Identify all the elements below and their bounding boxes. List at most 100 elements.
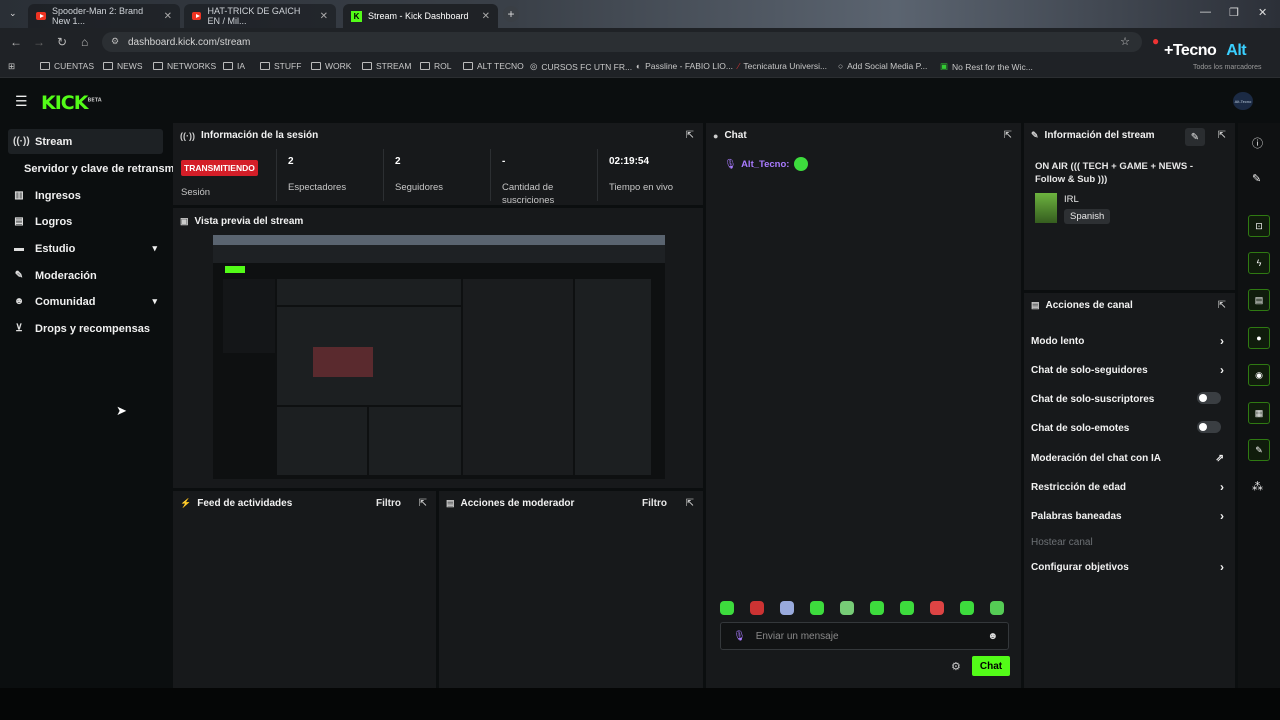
tab-search-icon[interactable]: ⌄ <box>9 8 17 19</box>
action-configure-goals[interactable]: Configurar objetivos › <box>1031 560 1224 574</box>
sidebar-item-server-key[interactable]: Servidor y clave de retransm <box>19 156 174 181</box>
bolt-icon[interactable]: ϟ <box>1248 252 1270 274</box>
back-arrow-icon[interactable]: ← <box>10 35 22 49</box>
browser-tab-1[interactable]: Spooder-Man 2: Brand New 1... ✕ <box>28 4 180 28</box>
bookmark-folder[interactable]: CUENTAS <box>40 61 94 71</box>
edit-pencil-button[interactable]: ✎ <box>1185 128 1205 146</box>
reload-icon[interactable]: ↻ <box>57 35 67 49</box>
popout-icon[interactable]: ⇱ <box>1218 130 1226 141</box>
bookmark-folder[interactable]: ROL <box>420 61 451 71</box>
browser-tab-3[interactable]: K Stream - Kick Dashboard ✕ <box>343 4 498 28</box>
chat-message-input[interactable]: 🎙 Enviar un mensaje ☻ <box>720 622 1009 650</box>
action-slow-mode[interactable]: Modo lento › <box>1031 334 1224 348</box>
browser-tab-2[interactable]: HAT-TRICK DE GAICH EN / Mil... ✕ <box>184 4 336 28</box>
home-icon[interactable]: ⌂ <box>81 35 88 49</box>
popout-icon[interactable]: ⇱ <box>419 498 427 509</box>
sidebar-item-stream[interactable]: ((·)) Stream <box>8 129 163 154</box>
edit-pencil-icon[interactable]: ✎ <box>1252 172 1261 185</box>
bookmark-folder[interactable]: STREAM <box>362 61 411 71</box>
bookmark-link[interactable]: ⁄ Tecnicatura Universi... <box>738 61 827 71</box>
wrench-icon[interactable]: ✎ <box>1248 439 1270 461</box>
emote-icon[interactable] <box>810 601 824 615</box>
connections-icon[interactable]: ⁂ <box>1252 480 1263 493</box>
popout-icon[interactable]: ⇱ <box>686 498 694 509</box>
bookmark-folder[interactable]: IA <box>223 61 245 71</box>
filter-button[interactable]: Filtro <box>376 498 401 509</box>
all-bookmarks-link[interactable]: Todos los marcadores <box>1193 64 1261 71</box>
broadcast-icon[interactable]: ◉ <box>1248 364 1270 386</box>
preview-mirror-feed <box>277 407 367 475</box>
close-icon[interactable]: ✕ <box>482 11 490 22</box>
emote-icon[interactable] <box>750 601 764 615</box>
bookmark-folder[interactable]: STUFF <box>260 61 301 71</box>
emote-icon[interactable] <box>840 601 854 615</box>
bookmark-link[interactable]: ▣ No Rest for the Wic... <box>940 61 1033 72</box>
emote-icon[interactable] <box>900 601 914 615</box>
kick-logo[interactable]: KICKBETA <box>41 92 102 114</box>
info-icon[interactable]: ⓘ <box>1252 135 1263 151</box>
stat-label: Tiempo en vivo <box>609 182 674 193</box>
list-icon[interactable]: ▤ <box>1248 289 1270 311</box>
layout-icon[interactable]: ▦ <box>1248 402 1270 424</box>
chat-bubble-icon[interactable]: ● <box>1248 327 1270 349</box>
avatar[interactable]: Alt-Tecno <box>1233 92 1253 110</box>
emote-icon[interactable] <box>780 601 794 615</box>
bookmark-label: Todos los marcadores <box>1193 64 1262 71</box>
emote-icon[interactable] <box>960 601 974 615</box>
popout-icon[interactable]: ⇱ <box>686 130 694 141</box>
stat-label: Cantidad de suscriciones <box>502 182 555 206</box>
emotes-only-toggle[interactable] <box>1197 421 1221 433</box>
shield-icon: ▤ <box>446 498 455 508</box>
action-banned-words[interactable]: Palabras baneadas › <box>1031 509 1224 523</box>
forward-arrow-icon[interactable]: → <box>33 35 45 49</box>
extension-icon[interactable]: ● <box>1152 34 1159 48</box>
filter-button[interactable]: Filtro <box>642 498 667 509</box>
bookmark-star-icon[interactable]: ☆ <box>1120 35 1130 48</box>
site-info-icon[interactable]: ⚙ <box>111 36 119 47</box>
bookmark-link[interactable]: ◎ CURSOS FC UTN FR... <box>530 61 632 72</box>
emote-icon[interactable] <box>870 601 884 615</box>
hamburger-menu-icon[interactable]: ☰ <box>15 93 28 110</box>
emote-icon[interactable] <box>720 601 734 615</box>
emote-icon[interactable] <box>990 601 1004 615</box>
close-icon[interactable]: ✕ <box>164 11 172 22</box>
minimize-button[interactable]: — <box>1200 6 1211 18</box>
panel-title: Acciones de canal <box>1045 300 1133 311</box>
action-ai-moderation[interactable]: Moderación del chat con IA ⇗ <box>1031 453 1224 464</box>
popout-icon[interactable]: ⇱ <box>1218 300 1226 311</box>
sidebar-item-moderacion[interactable]: ✎ Moderación <box>8 263 163 288</box>
sidebar-item-label: Servidor y clave de retransm <box>24 162 174 175</box>
chat-settings-gear-icon[interactable]: ⚙ <box>951 660 961 673</box>
bookmark-link[interactable]: ○ Add Social Media P... <box>838 61 927 71</box>
sidebar-item-comunidad[interactable]: ☻ Comunidad ▾ <box>8 289 163 314</box>
chat-send-button[interactable]: Chat <box>972 656 1010 676</box>
bookmark-folder[interactable]: WORK <box>311 61 351 71</box>
new-tab-button[interactable]: + <box>503 6 519 22</box>
bookmark-link[interactable]: ◐ Passline - FABIO LIO... <box>636 61 733 71</box>
emote-icon[interactable] <box>930 601 944 615</box>
window-close-button[interactable]: ✕ <box>1258 6 1267 19</box>
mod-actions-panel: ▤ Acciones de moderador Filtro ⇱ <box>439 491 703 688</box>
overlay-brand-logo: +Tecno Alt <box>1164 42 1247 59</box>
action-followers-only[interactable]: Chat de solo-seguidores › <box>1031 363 1224 377</box>
sidebar-item-ingresos[interactable]: ▥ Ingresos <box>8 183 163 208</box>
subscribers-only-toggle[interactable] <box>1197 392 1221 404</box>
apps-grid-icon[interactable]: ⊞ <box>8 61 15 72</box>
sidebar-item-drops[interactable]: ⊻ Drops y recompensas <box>8 316 163 341</box>
bookmark-folder[interactable]: NETWORKS <box>153 61 216 71</box>
sidebar-item-logros[interactable]: ▤ Logros <box>8 209 163 234</box>
popout-icon[interactable]: ⇱ <box>1004 130 1012 141</box>
url-input[interactable]: ⚙ dashboard.kick.com/stream ☆ <box>102 32 1142 52</box>
bookmark-folder[interactable]: NEWS <box>103 61 143 71</box>
wrench-icon: ✎ <box>1031 130 1039 140</box>
sidebar-item-estudio[interactable]: ▬ Estudio ▾ <box>8 236 163 261</box>
stream-preview-video[interactable] <box>213 235 665 479</box>
chat-username[interactable]: Alt_Tecno: <box>741 159 789 170</box>
action-age-restriction[interactable]: Restricción de edad › <box>1031 480 1224 494</box>
maximize-button[interactable]: ❐ <box>1229 6 1239 19</box>
clip-icon[interactable]: ⊡ <box>1248 215 1270 237</box>
emoji-picker-icon[interactable]: ☻ <box>987 631 998 642</box>
close-icon[interactable]: ✕ <box>320 11 328 22</box>
chevron-right-icon: › <box>1220 560 1224 574</box>
bookmark-folder[interactable]: ALT TECNO <box>463 61 524 71</box>
